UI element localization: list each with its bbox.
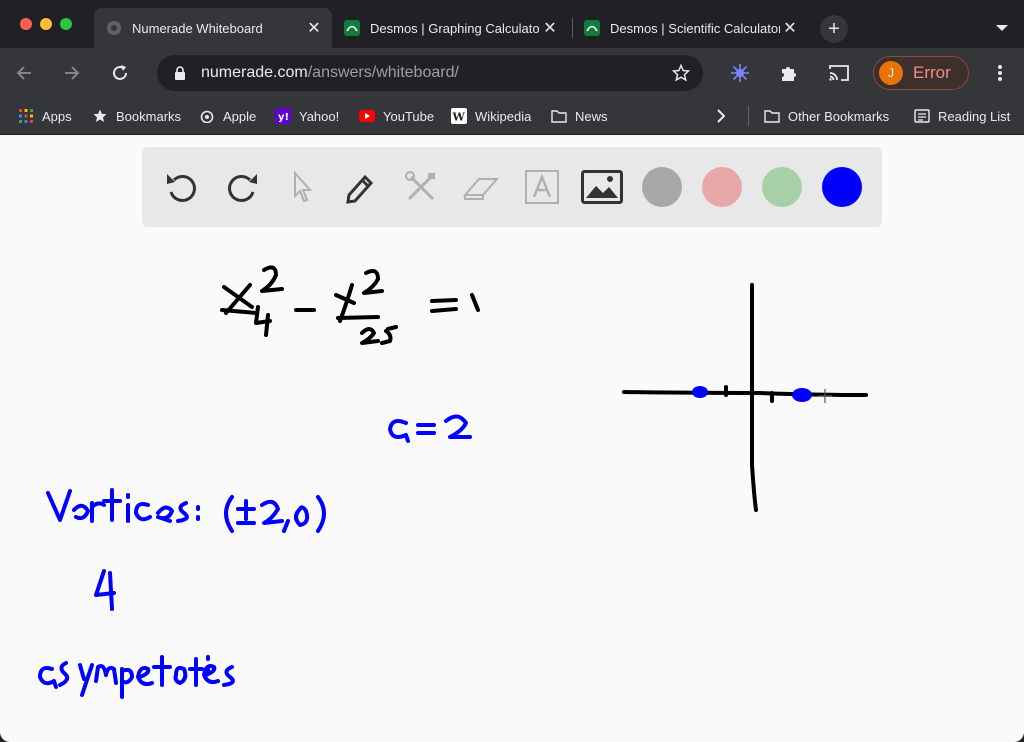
bookmark-label: Apple (223, 108, 257, 124)
undo-icon[interactable] (160, 165, 204, 209)
tab-title: Desmos | Graphing Calculator (370, 20, 540, 36)
handwritten-asymptotes (38, 655, 235, 699)
handwritten-equation (220, 265, 480, 345)
bookmark-apple[interactable]: Apple (199, 106, 256, 126)
profile-status-label: Error (913, 63, 951, 82)
whiteboard-toolbar (142, 147, 882, 227)
bookmark-label: YouTube (383, 108, 435, 124)
address-bar[interactable]: numerade.com/answers/whiteboard/ (157, 55, 703, 91)
swatch-gray[interactable] (642, 167, 682, 207)
eraser-icon[interactable] (459, 165, 503, 209)
avatar: J (879, 61, 903, 85)
chrome-menu-icon[interactable] (988, 61, 1012, 85)
url-text: numerade.com/answers/whiteboard/ (201, 64, 459, 82)
svg-text:W: W (452, 111, 466, 124)
close-tab-icon[interactable]: ✕ (304, 18, 324, 38)
browser-window: Numerade Whiteboard ✕ Desmos | Graphing … (0, 0, 1024, 742)
extension-sparkle-icon[interactable] (728, 61, 752, 85)
tab-desmos-graphing[interactable]: Desmos | Graphing Calculator ✕ (332, 8, 568, 48)
apps-grid-icon (18, 108, 34, 124)
numerade-favicon-icon (106, 20, 122, 36)
whiteboard-page (0, 135, 1024, 742)
bookmark-label: Bookmarks (116, 108, 182, 124)
pointer-icon[interactable] (280, 165, 324, 209)
desmos-favicon-icon (584, 20, 600, 36)
url-path: /answers/whiteboard/ (307, 64, 459, 81)
apple-icon (199, 108, 215, 124)
new-tab-button[interactable]: + (820, 15, 848, 43)
bookmarks-overflow-chevron-icon[interactable] (716, 106, 726, 126)
swatch-pink[interactable] (702, 167, 742, 207)
handwritten-a-equals-2 (388, 414, 472, 443)
other-bookmarks-folder[interactable]: Other Bookmarks (764, 106, 889, 126)
bookmarks-bar: Apps Bookmarks Apple y! Yahoo! YouTube W… (0, 98, 1024, 135)
redo-icon[interactable] (220, 165, 264, 209)
profile-error-button[interactable]: J Error (873, 56, 969, 90)
window-minimize-button[interactable] (40, 18, 52, 30)
lock-icon[interactable] (173, 65, 187, 81)
reading-list-icon (914, 108, 930, 124)
bookmark-bookmarks[interactable]: Bookmarks (92, 106, 181, 126)
pen-icon[interactable] (339, 165, 383, 209)
tab-title: Desmos | Scientific Calculator (610, 20, 780, 36)
folder-icon (551, 108, 567, 124)
cast-icon[interactable] (827, 61, 851, 85)
close-tab-icon[interactable]: ✕ (780, 18, 800, 38)
bookmark-apps[interactable]: Apps (18, 106, 72, 126)
close-tab-icon[interactable]: ✕ (540, 18, 560, 38)
bookmark-youtube[interactable]: YouTube (359, 106, 434, 126)
bookmark-wikipedia[interactable]: W Wikipedia (451, 106, 531, 126)
url-host: numerade.com (201, 64, 308, 81)
bookmark-label: Apps (42, 108, 72, 124)
tab-title: Numerade Whiteboard (132, 20, 263, 36)
bookmark-label: Other Bookmarks (788, 108, 890, 124)
handwritten-vertices (46, 488, 326, 533)
swatch-green[interactable] (762, 167, 802, 207)
extensions-puzzle-icon[interactable] (776, 61, 800, 85)
tab-search-chevron-icon[interactable] (994, 20, 1010, 36)
bookmark-label: Wikipedia (475, 108, 532, 124)
reading-list-button[interactable]: Reading List (914, 106, 1010, 126)
desmos-favicon-icon (344, 20, 360, 36)
swatch-blue-selected[interactable] (822, 167, 862, 207)
yahoo-icon: y! (275, 108, 291, 124)
star-icon (92, 108, 108, 124)
cursor-crosshair-icon (818, 389, 832, 403)
browser-toolbar: numerade.com/answers/whiteboard/ J Error (0, 48, 1024, 98)
tools-icon[interactable] (399, 165, 443, 209)
bookmark-label: Reading List (938, 108, 1011, 124)
back-arrow-icon[interactable] (12, 61, 36, 85)
youtube-icon (359, 108, 375, 124)
bookmark-label: News (575, 108, 608, 124)
wikipedia-icon: W (451, 108, 467, 124)
window-close-button[interactable] (20, 18, 32, 30)
svg-text:y!: y! (278, 112, 289, 123)
bookmark-star-icon[interactable] (671, 63, 691, 83)
tab-desmos-scientific[interactable]: Desmos | Scientific Calculator ✕ (572, 8, 808, 48)
sketched-axes (622, 283, 868, 512)
bookmark-label: Yahoo! (299, 108, 340, 124)
image-icon[interactable] (580, 165, 624, 209)
forward-arrow-icon[interactable] (60, 61, 84, 85)
handwritten-four (94, 569, 116, 611)
bookmark-yahoo[interactable]: y! Yahoo! (275, 106, 339, 126)
folder-icon (764, 108, 780, 124)
bookmark-news-folder[interactable]: News (551, 106, 608, 126)
text-icon[interactable] (520, 165, 564, 209)
tab-numerade-whiteboard[interactable]: Numerade Whiteboard ✕ (94, 8, 332, 48)
reload-icon[interactable] (108, 61, 132, 85)
window-maximize-button[interactable] (60, 18, 72, 30)
bookmarks-separator (748, 106, 749, 126)
